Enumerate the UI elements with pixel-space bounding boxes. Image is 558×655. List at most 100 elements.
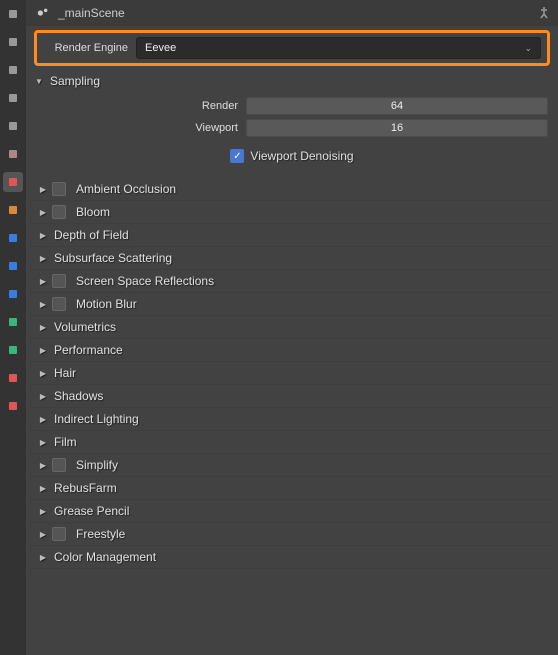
- object-icon[interactable]: [3, 200, 23, 220]
- tool-icon[interactable]: [3, 32, 23, 52]
- constraint-icon[interactable]: [3, 312, 23, 332]
- viewlayer-icon[interactable]: [3, 116, 23, 136]
- physics-icon[interactable]: [3, 284, 23, 304]
- panel-label: Grease Pencil: [54, 504, 129, 518]
- panel-header[interactable]: Grease Pencil: [30, 500, 554, 522]
- panel-label: RebusFarm: [54, 481, 117, 495]
- panel-header[interactable]: Motion Blur: [30, 293, 554, 315]
- caret-right-icon: [36, 276, 50, 287]
- caret-right-icon: [36, 529, 50, 540]
- panel-header[interactable]: Depth of Field: [30, 224, 554, 246]
- viewport-denoising-checkbox[interactable]: ✓: [230, 149, 244, 163]
- render-engine-highlight: Render Engine Eevee ⌄: [34, 30, 550, 66]
- panel-label: Subsurface Scattering: [54, 251, 172, 265]
- panel-row: Indirect Lighting: [30, 408, 554, 431]
- particle-icon[interactable]: [3, 256, 23, 276]
- viewport-denoising-row: ✓ Viewport Denoising: [36, 144, 548, 168]
- render-icon[interactable]: [3, 60, 23, 80]
- caret-right-icon: [36, 322, 50, 333]
- scene-icon: [36, 6, 50, 20]
- panel-row: Shadows: [30, 385, 554, 408]
- sampling-body: Render 64 Viewport 16 ✓ Viewport Denoisi…: [26, 92, 558, 178]
- panel-header[interactable]: Volumetrics: [30, 316, 554, 338]
- caret-down-icon: [32, 76, 46, 87]
- chevron-down-icon: ⌄: [524, 43, 532, 54]
- panel-row: Volumetrics: [30, 316, 554, 339]
- sampling-header[interactable]: Sampling: [26, 70, 558, 92]
- panel-header[interactable]: Screen Space Reflections: [30, 270, 554, 292]
- header-bar: _mainScene: [26, 0, 558, 26]
- options-icon[interactable]: [3, 4, 23, 24]
- panel-label: Depth of Field: [54, 228, 129, 242]
- panel-header[interactable]: Film: [30, 431, 554, 453]
- caret-right-icon: [36, 460, 50, 471]
- panel-label: Volumetrics: [54, 320, 116, 334]
- caret-right-icon: [36, 184, 50, 195]
- panel-label: Performance: [54, 343, 123, 357]
- panel-header[interactable]: Freestyle: [30, 523, 554, 545]
- panel-checkbox[interactable]: [52, 182, 66, 196]
- scene-icon[interactable]: [3, 144, 23, 164]
- panels-list: Ambient Occlusion Bloom Depth of Field Subs…: [26, 178, 558, 655]
- panel-checkbox[interactable]: [52, 297, 66, 311]
- caret-right-icon: [36, 207, 50, 218]
- panel-header[interactable]: RebusFarm: [30, 477, 554, 499]
- panel-label: Screen Space Reflections: [76, 274, 214, 288]
- panel-label: Ambient Occlusion: [76, 182, 176, 196]
- vertical-tab-bar: [0, 0, 26, 655]
- render-samples-input[interactable]: 64: [246, 97, 548, 115]
- panel-row: Film: [30, 431, 554, 454]
- panel-row: Bloom: [30, 201, 554, 224]
- panel-label: Film: [54, 435, 77, 449]
- panel-header[interactable]: Bloom: [30, 201, 554, 223]
- panel-header[interactable]: Subsurface Scattering: [30, 247, 554, 269]
- panel-label: Shadows: [54, 389, 103, 403]
- viewport-samples-label: Viewport: [36, 122, 246, 134]
- viewport-samples-row: Viewport 16: [36, 118, 548, 138]
- sampling-title: Sampling: [50, 74, 100, 88]
- panel-header[interactable]: Performance: [30, 339, 554, 361]
- panel-checkbox[interactable]: [52, 274, 66, 288]
- caret-right-icon: [36, 345, 50, 356]
- render-engine-value: Eevee: [145, 42, 176, 54]
- panel-checkbox[interactable]: [52, 458, 66, 472]
- panel-label: Simplify: [76, 458, 118, 472]
- render-samples-label: Render: [36, 100, 246, 112]
- panel-row: Grease Pencil: [30, 500, 554, 523]
- panel-header[interactable]: Color Management: [30, 546, 554, 568]
- panel-header[interactable]: Simplify: [30, 454, 554, 476]
- panel-row: Freestyle: [30, 523, 554, 546]
- panel-header[interactable]: Indirect Lighting: [30, 408, 554, 430]
- viewport-samples-input[interactable]: 16: [246, 119, 548, 137]
- panel-row: Screen Space Reflections: [30, 270, 554, 293]
- panel-row: Color Management: [30, 546, 554, 569]
- caret-right-icon: [36, 368, 50, 379]
- render-engine-select[interactable]: Eevee ⌄: [136, 37, 541, 59]
- data-icon[interactable]: [3, 340, 23, 360]
- panel-header[interactable]: Shadows: [30, 385, 554, 407]
- modifier-icon[interactable]: [3, 228, 23, 248]
- panel-header[interactable]: Hair: [30, 362, 554, 384]
- caret-right-icon: [36, 253, 50, 264]
- texture-icon[interactable]: [3, 396, 23, 416]
- panel-label: Hair: [54, 366, 76, 380]
- panel-checkbox[interactable]: [52, 205, 66, 219]
- panel-header[interactable]: Ambient Occlusion: [30, 178, 554, 200]
- panel-label: Freestyle: [76, 527, 125, 541]
- caret-right-icon: [36, 552, 50, 563]
- output-icon[interactable]: [3, 88, 23, 108]
- caret-right-icon: [36, 230, 50, 241]
- caret-right-icon: [36, 391, 50, 402]
- viewport-denoising-label: Viewport Denoising: [250, 149, 353, 163]
- pin-icon[interactable]: [536, 5, 552, 21]
- world-icon[interactable]: [3, 172, 23, 192]
- caret-right-icon: [36, 506, 50, 517]
- panel-row: Motion Blur: [30, 293, 554, 316]
- material-icon[interactable]: [3, 368, 23, 388]
- panel-checkbox[interactable]: [52, 527, 66, 541]
- scene-name: _mainScene: [58, 6, 528, 20]
- panel-row: Subsurface Scattering: [30, 247, 554, 270]
- panel-label: Color Management: [54, 550, 156, 564]
- panel-row: Simplify: [30, 454, 554, 477]
- panel-row: Hair: [30, 362, 554, 385]
